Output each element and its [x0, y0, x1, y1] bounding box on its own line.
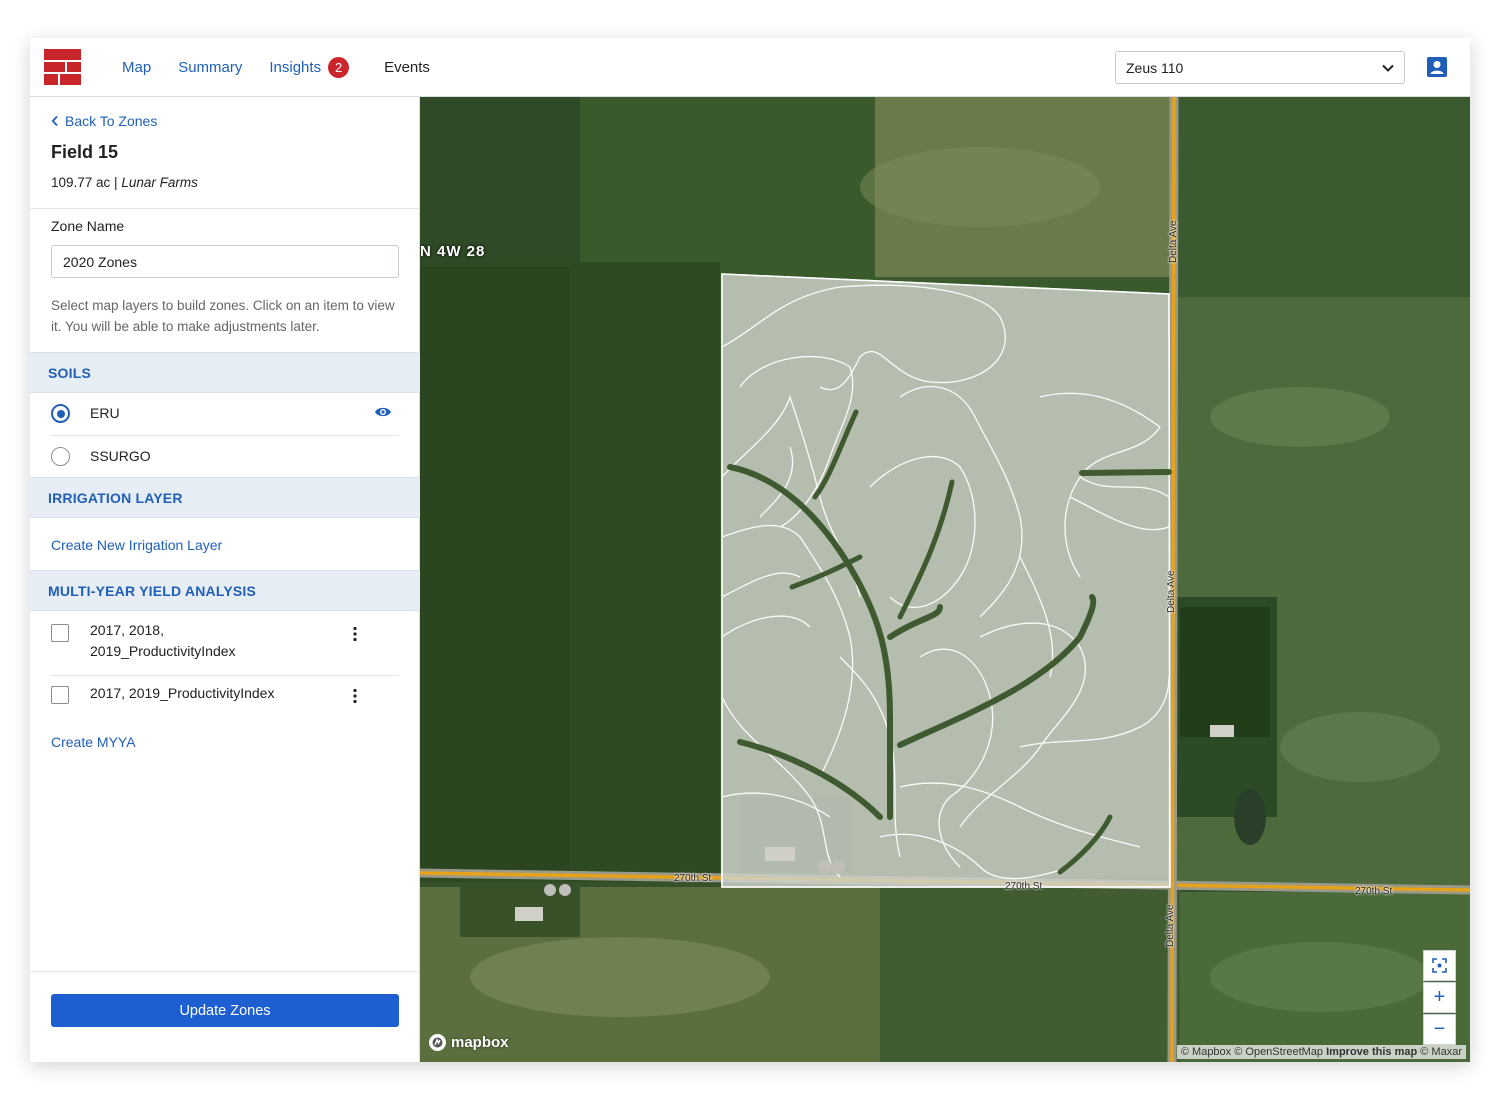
soils-section-header: SOILS: [30, 352, 420, 393]
field-meta: 109.77 ac | Lunar Farms: [51, 175, 198, 190]
eru-label: ERU: [90, 405, 120, 421]
ssurgo-radio[interactable]: [51, 447, 70, 466]
myya-item-label: 2017, 2018, 2019_ProductivityIndex: [90, 620, 236, 662]
nav-summary[interactable]: Summary: [178, 59, 242, 76]
top-nav-bar: Map Summary Insights 2 Events Zeus 110: [30, 38, 1470, 97]
help-text: Select map layers to build zones. Click …: [51, 298, 395, 334]
myya-item-label-line2: 2019_ProductivityIndex: [90, 643, 236, 659]
divider: [30, 971, 420, 972]
road-label: Delta Ave: [1166, 570, 1177, 613]
soil-option-eru[interactable]: ERU: [51, 393, 399, 434]
road-label: Delta Ave: [1165, 904, 1176, 947]
myya-item-checkbox[interactable]: [51, 686, 69, 704]
road-label: Delta Ave: [1168, 220, 1179, 263]
insights-count-badge: 2: [328, 57, 350, 78]
mapbox-logo-text: mapbox: [451, 1034, 509, 1051]
attribution-osm[interactable]: © OpenStreetMap: [1234, 1046, 1323, 1058]
brand-logo-icon[interactable]: [44, 49, 81, 85]
satellite-imagery: [420, 97, 1470, 1062]
divider: [30, 208, 420, 209]
attribution-mapbox[interactable]: © Mapbox: [1181, 1046, 1231, 1058]
road-label: 270th St: [1355, 886, 1393, 897]
main-nav: Map Summary Insights 2 Events: [122, 38, 457, 97]
app-window: Map Summary Insights 2 Events Zeus 110 B…: [30, 38, 1470, 1062]
nav-insights-label: Insights: [269, 59, 322, 76]
more-vertical-icon[interactable]: [351, 626, 359, 642]
irrigation-section-header: IRRIGATION LAYER: [30, 477, 420, 518]
zoom-in-icon: +: [1433, 986, 1446, 1008]
soil-option-ssurgo[interactable]: SSURGO: [51, 436, 399, 477]
myya-item[interactable]: 2017, 2018, 2019_ProductivityIndex: [51, 620, 399, 676]
eru-radio[interactable]: [51, 404, 70, 423]
nav-insights[interactable]: Insights 2: [269, 57, 350, 78]
myya-item[interactable]: 2017, 2019_ProductivityIndex: [51, 683, 399, 713]
myya-section-header: MULTI-YEAR YIELD ANALYSIS: [30, 570, 420, 611]
map-controls: + −: [1423, 950, 1456, 1046]
fit-bounds-button[interactable]: [1423, 950, 1456, 981]
field-farm-name: Lunar Farms: [121, 175, 198, 190]
chevron-down-icon: [1382, 64, 1394, 72]
nav-events-label: Events: [384, 59, 430, 76]
zoom-in-button[interactable]: +: [1423, 982, 1456, 1013]
attribution-maxar[interactable]: © Maxar: [1420, 1046, 1462, 1058]
myya-item-label-line1: 2017, 2018,: [90, 622, 164, 638]
road-label: 270th St: [674, 873, 712, 884]
chevron-left-icon: [51, 115, 58, 127]
nav-events[interactable]: Events: [384, 59, 430, 76]
ssurgo-label: SSURGO: [90, 448, 151, 464]
farm-select-value: Zeus 110: [1126, 59, 1184, 76]
farm-select[interactable]: Zeus 110: [1115, 51, 1405, 84]
nav-map[interactable]: Map: [122, 59, 151, 76]
mapbox-logo[interactable]: mapbox: [428, 1033, 509, 1052]
myya-item-label: 2017, 2019_ProductivityIndex: [90, 685, 275, 701]
divider: [51, 675, 399, 676]
zone-name-input[interactable]: [51, 245, 399, 278]
zone-builder-panel: Back To Zones Field 15 109.77 ac | Lunar…: [30, 97, 420, 1062]
more-vertical-icon[interactable]: [351, 688, 359, 704]
road-label: 270th St: [1005, 881, 1043, 892]
zoom-out-button[interactable]: −: [1423, 1014, 1456, 1045]
nav-map-label: Map: [122, 59, 152, 76]
nav-summary-label: Summary: [178, 59, 243, 76]
update-zones-button[interactable]: Update Zones: [51, 994, 399, 1027]
improve-map-link[interactable]: Improve this map: [1326, 1046, 1417, 1058]
back-to-zones-link[interactable]: Back To Zones: [51, 113, 157, 129]
back-to-zones-label: Back To Zones: [65, 113, 158, 129]
map-attribution: © Mapbox © OpenStreetMap Improve this ma…: [1176, 1045, 1466, 1059]
create-irrigation-layer-link[interactable]: Create New Irrigation Layer: [51, 537, 222, 553]
fit-icon: [1432, 958, 1447, 973]
myya-item-checkbox[interactable]: [51, 624, 69, 642]
field-acres: 109.77 ac |: [51, 175, 118, 190]
section-label: N 4W 28: [420, 243, 486, 260]
satellite-map[interactable]: N 4W 28 270th St 270th St 270th St Delta…: [420, 97, 1470, 1062]
zoom-out-icon: −: [1433, 1018, 1446, 1040]
eye-icon[interactable]: [374, 406, 392, 418]
zone-name-label: Zone Name: [51, 218, 125, 234]
user-account-icon[interactable]: [1427, 57, 1447, 77]
create-myya-link[interactable]: Create MYYA: [51, 734, 136, 750]
mapbox-logo-icon: [429, 1034, 446, 1051]
field-title: Field 15: [51, 142, 119, 162]
